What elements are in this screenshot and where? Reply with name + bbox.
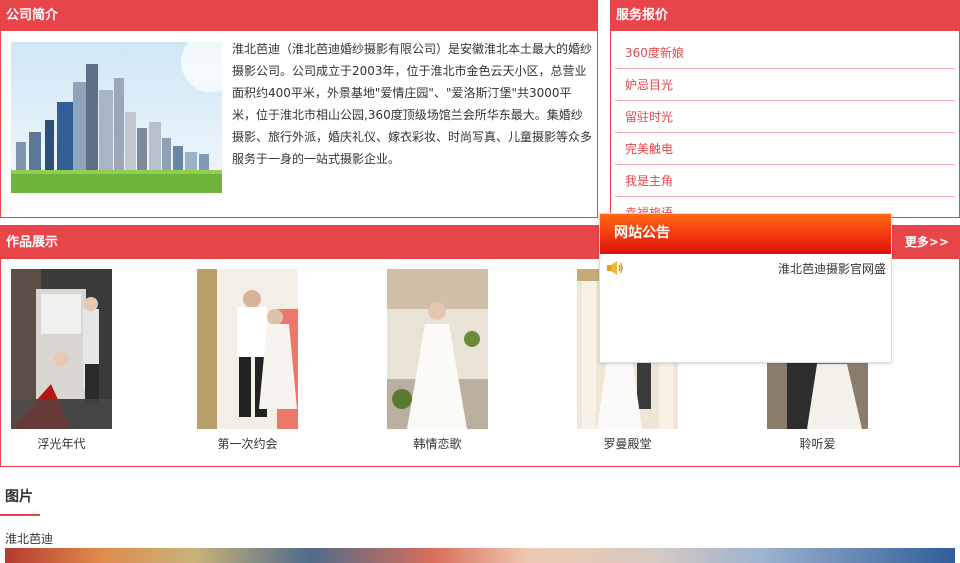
work-item[interactable]: 韩情恋歌 [387, 269, 493, 452]
work-caption[interactable]: 罗曼殿堂 [577, 435, 678, 452]
service-price-list: 360度新娘 妒忌目光 留驻时光 完美触电 我是主角 幸福旅语 [615, 37, 955, 217]
site-notice-popup: 网站公告 淮北芭迪摄影官网盛 [599, 213, 892, 363]
notice-row: 淮北芭迪摄影官网盛 [606, 260, 889, 278]
list-item[interactable]: 留驻时光 [615, 101, 955, 133]
work-caption[interactable]: 第一次约会 [197, 435, 298, 452]
service-price-title: 服务报价 [611, 1, 959, 31]
list-item[interactable]: 妒忌目光 [615, 69, 955, 101]
list-item[interactable]: 360度新娘 [615, 37, 955, 69]
work-photo[interactable] [387, 269, 488, 429]
section-divider [0, 514, 40, 516]
speaker-icon [606, 260, 624, 279]
service-link[interactable]: 360度新娘 [625, 46, 684, 60]
more-link[interactable]: 更多>> [905, 226, 949, 259]
service-link[interactable]: 留驻时光 [625, 110, 673, 124]
service-link[interactable]: 妒忌目光 [625, 78, 673, 92]
site-notice-title: 网站公告 [600, 214, 891, 254]
images-section-title: 图片 [5, 489, 33, 505]
work-caption[interactable]: 聆听爱 [767, 435, 868, 452]
notice-link[interactable]: 淮北芭迪摄影官网盛 [778, 260, 886, 277]
company-building-photo [11, 42, 222, 193]
company-intro-text: 淮北芭迪（淮北芭迪婚纱摄影有限公司）是安徽淮北本土最大的婚纱摄影公司。公司成立于… [232, 42, 593, 166]
work-photo[interactable] [11, 269, 112, 429]
company-intro-title: 公司简介 [1, 1, 597, 31]
list-item[interactable]: 完美触电 [615, 133, 955, 165]
work-caption[interactable]: 浮光年代 [11, 435, 112, 452]
work-item[interactable]: 第一次约会 [197, 269, 303, 452]
service-link[interactable]: 我是主角 [625, 174, 673, 188]
work-item[interactable]: 浮光年代 [11, 269, 117, 452]
service-price-panel: 服务报价 360度新娘 妒忌目光 留驻时光 完美触电 我是主角 幸福旅语 [610, 0, 960, 218]
company-intro-panel: 公司简介 淮北芭迪（淮北芭迪婚纱摄影有限公司）是安徽淮北本土最大的婚纱摄影公司。… [0, 0, 598, 218]
service-link[interactable]: 完美触电 [625, 142, 673, 156]
work-photo[interactable] [197, 269, 298, 429]
work-caption[interactable]: 韩情恋歌 [387, 435, 488, 452]
banner-image[interactable] [5, 548, 955, 563]
list-item[interactable]: 我是主角 [615, 165, 955, 197]
image-caption: 淮北芭迪 [5, 532, 54, 546]
